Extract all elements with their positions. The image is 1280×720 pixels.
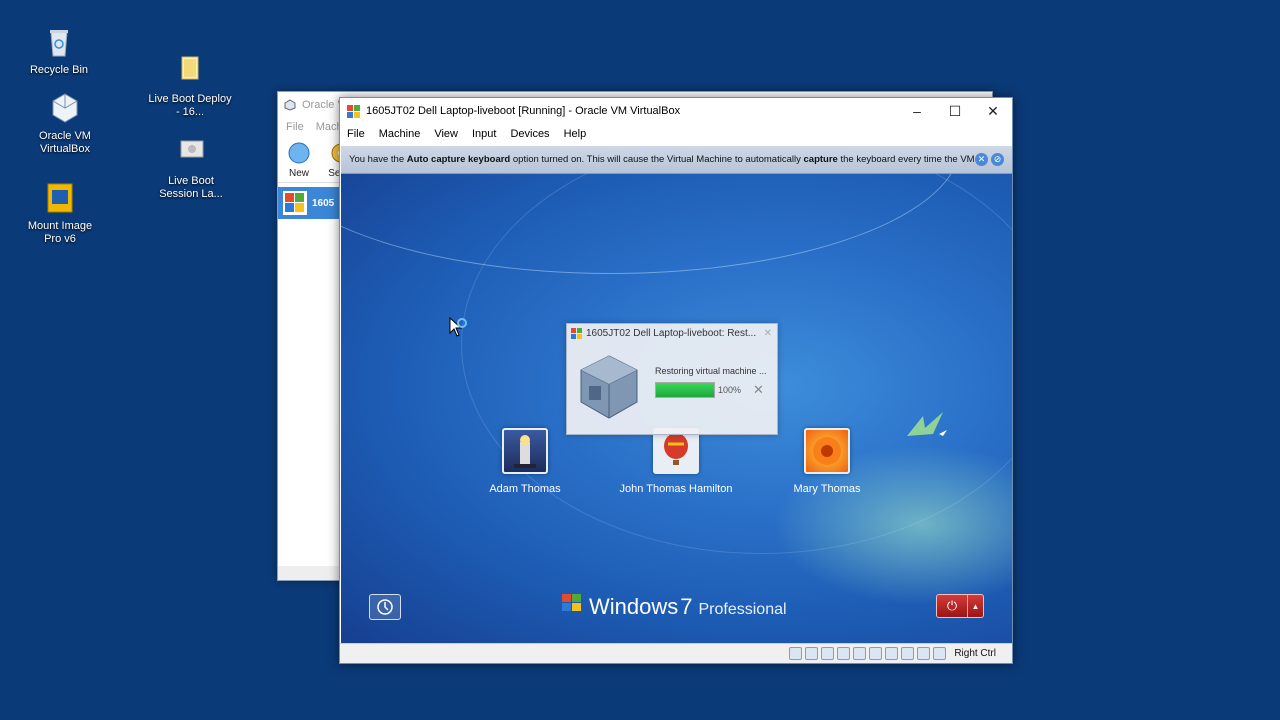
folder-icon	[181, 56, 199, 80]
power-icon: ⏻	[946, 598, 958, 613]
hard-disk-icon[interactable]	[789, 647, 803, 660]
brand-windows: Windows	[589, 594, 679, 619]
menu-devices[interactable]: Devices	[510, 128, 549, 140]
notice-text-2: option turned on. This will cause the Vi…	[510, 154, 804, 165]
desktop-icon-recycle-bin[interactable]: Recycle Bin	[17, 24, 101, 77]
brand-version: 7	[680, 594, 693, 619]
windows7-vm-icon	[571, 327, 582, 339]
user-tile-john-thomas-hamilton[interactable]: John Thomas Hamilton	[611, 428, 741, 495]
vm-title-bar[interactable]: 1605JT02 Dell Laptop-liveboot [Running] …	[340, 98, 1012, 124]
virtualbox-icon	[284, 98, 296, 111]
vm-window[interactable]: 1605JT02 Dell Laptop-liveboot [Running] …	[339, 97, 1013, 664]
balloon-icon	[664, 433, 688, 465]
vm-menu-bar: File Machine View Input Devices Help	[340, 124, 1012, 144]
user-name: Adam Thomas	[489, 483, 561, 495]
desktop-icon-live-boot-session[interactable]: Live Boot Session La...	[149, 135, 233, 201]
restore-progress-bar	[655, 382, 715, 398]
dialog-title-bar: 1605JT02 Dell Laptop-liveboot: Rest... ✕	[567, 324, 777, 342]
desktop-icon-virtualbox[interactable]: Oracle VM VirtualBox	[23, 90, 107, 156]
progress-percent: 100%	[718, 385, 742, 395]
auto-capture-notice: You have the Auto capture keyboard optio…	[341, 146, 1012, 174]
menu-view[interactable]: View	[434, 128, 458, 140]
display-icon[interactable]	[885, 647, 899, 660]
cpu-icon[interactable]	[917, 647, 931, 660]
recycle-bin-icon	[50, 30, 68, 57]
windows7-vm-icon	[283, 191, 307, 215]
desktop-icon-mount-image-pro[interactable]: Mount Image Pro v6	[18, 180, 102, 246]
shared-folders-icon[interactable]	[869, 647, 883, 660]
mount-image-icon	[47, 183, 73, 213]
notice-bold-1: Auto capture keyboard	[406, 154, 511, 165]
desktop-icon-label: Recycle Bin	[29, 64, 89, 76]
vm-status-bar: Right Ctrl	[340, 643, 1012, 663]
shutdown-button[interactable]: ⏻ ▲	[936, 594, 984, 618]
desktop-icon-label: Mount Image Pro v6	[27, 220, 93, 245]
new-button[interactable]: New	[282, 137, 316, 182]
manager-menu-file[interactable]: File	[286, 121, 304, 133]
host-key-label: Right Ctrl	[954, 648, 996, 659]
new-button-label: New	[288, 168, 309, 179]
notice-icons: ✕ ⊘	[975, 153, 1004, 166]
desktop-icon-label: Live Boot Session La...	[159, 175, 223, 200]
cancel-icon[interactable]: ✕	[753, 382, 764, 398]
brand-edition: Professional	[698, 601, 787, 618]
restore-progress-dialog: 1605JT02 Dell Laptop-liveboot: Rest... ✕…	[566, 323, 778, 435]
flower-icon	[813, 437, 841, 465]
menu-machine[interactable]: Machine	[379, 128, 421, 140]
desktop-icon-label: Oracle VM VirtualBox	[39, 130, 91, 155]
user-name: John Thomas Hamilton	[619, 483, 733, 495]
wallpaper-bird-icon	[907, 412, 947, 436]
user-name: Mary Thomas	[793, 483, 861, 495]
vm-window-title: 1605JT02 Dell Laptop-liveboot [Running] …	[366, 105, 681, 117]
network-icon[interactable]	[837, 647, 851, 660]
minimize-button[interactable]: –	[898, 98, 936, 124]
notice-bold-2: capture	[803, 154, 838, 165]
usb-icon[interactable]	[853, 647, 867, 660]
desktop-icon-label: Live Boot Deploy - 16...	[148, 93, 232, 118]
busy-cursor-icon	[449, 317, 467, 337]
video-capture-icon[interactable]	[901, 647, 915, 660]
shortcut-icon	[180, 140, 204, 158]
menu-file[interactable]: File	[347, 128, 365, 140]
virtualbox-cube-icon	[580, 355, 638, 419]
windows7-vm-icon	[347, 104, 360, 118]
avatar	[804, 428, 850, 474]
ease-of-access-button[interactable]	[369, 594, 401, 620]
maximize-button[interactable]: ☐	[936, 98, 974, 124]
vm-list-item-name: 1605	[312, 197, 335, 209]
guest-screen[interactable]: Adam Thomas John Thomas Hamilton Mary Th…	[341, 174, 1012, 645]
menu-help[interactable]: Help	[564, 128, 587, 140]
progress-fill	[656, 383, 714, 397]
optical-drive-icon[interactable]	[805, 647, 819, 660]
vm-list-item[interactable]: 1605	[278, 187, 340, 219]
windows-branding: Windows 7 Professional	[561, 592, 787, 620]
window-controls: – ☐ ✕	[898, 98, 1012, 124]
mouse-integration-icon[interactable]	[933, 647, 947, 660]
notice-text-3: the keyboard every time the VM	[837, 154, 975, 165]
dialog-message: Restoring virtual machine ...	[655, 366, 767, 376]
user-tile-mary-thomas[interactable]: Mary Thomas	[762, 428, 892, 495]
user-tile-adam-thomas[interactable]: Adam Thomas	[460, 428, 590, 495]
dialog-title: 1605JT02 Dell Laptop-liveboot: Rest...	[586, 327, 757, 339]
notice-text-1: You have the	[349, 154, 407, 165]
dialog-close-icon[interactable]: ✕	[764, 328, 772, 339]
lighthouse-icon	[514, 435, 536, 468]
virtualbox-icon	[52, 93, 78, 123]
audio-icon[interactable]	[821, 647, 835, 660]
notice-mute-icon[interactable]: ⊘	[991, 153, 1004, 166]
avatar	[502, 428, 548, 474]
menu-input[interactable]: Input	[472, 128, 496, 140]
close-button[interactable]: ✕	[974, 98, 1012, 124]
desktop-icon-live-boot-deploy[interactable]: Live Boot Deploy - 16...	[148, 53, 232, 119]
notice-close-icon[interactable]: ✕	[975, 153, 988, 166]
shutdown-options-arrow[interactable]: ▲	[967, 595, 983, 617]
windows-flag-icon	[562, 594, 581, 611]
ease-of-access-icon	[377, 599, 393, 615]
new-icon	[288, 142, 310, 164]
